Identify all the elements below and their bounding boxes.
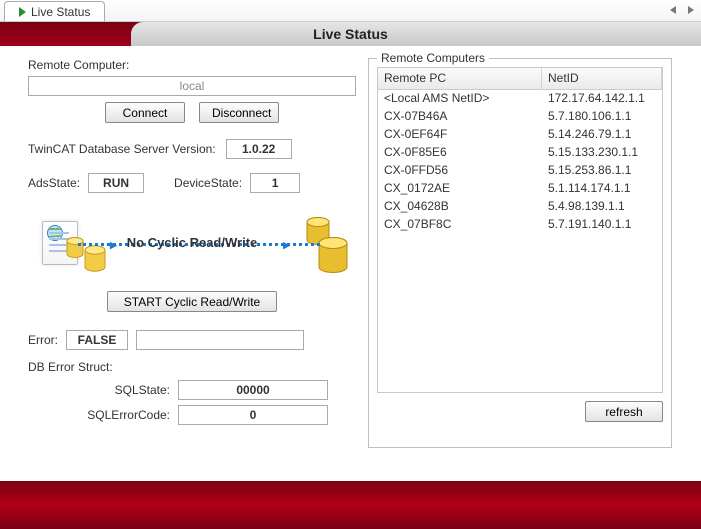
- cell-netid: 5.14.246.79.1.1: [544, 126, 660, 144]
- connect-button[interactable]: Connect: [105, 102, 185, 123]
- device-state-label: DeviceState:: [174, 176, 242, 190]
- table-header: Remote PC NetID: [378, 68, 662, 90]
- cell-remote-pc: CX_0172AE: [380, 180, 544, 198]
- table-row[interactable]: <Local AMS NetID>172.17.64.142.1.1: [378, 90, 662, 108]
- remote-computer-label: Remote Computer:: [28, 58, 356, 72]
- remote-computers-legend: Remote Computers: [377, 51, 489, 65]
- tab-scroll-left[interactable]: [669, 3, 679, 17]
- db-error-struct-label: DB Error Struct:: [28, 360, 356, 374]
- cell-remote-pc: CX-0FFD56: [380, 162, 544, 180]
- tab-bar: Live Status: [0, 0, 701, 22]
- cyclic-illustration: ▶ ▶ No Cyclic Read/Write: [28, 207, 356, 285]
- table-row[interactable]: CX-07B46A5.7.180.106.1.1: [378, 108, 662, 126]
- cell-netid: 5.7.191.140.1.1: [544, 216, 660, 234]
- cyclic-caption: No Cyclic Read/Write: [28, 235, 356, 250]
- error-value: FALSE: [66, 330, 128, 350]
- table-row[interactable]: CX-0F85E65.15.133.230.1.1: [378, 144, 662, 162]
- remote-computer-field[interactable]: local: [28, 76, 356, 96]
- cell-remote-pc: CX-0F85E6: [380, 144, 544, 162]
- cell-remote-pc: CX-0EF64F: [380, 126, 544, 144]
- column-remote-pc[interactable]: Remote PC: [378, 68, 542, 89]
- tab-live-status[interactable]: Live Status: [4, 1, 105, 21]
- cell-remote-pc: CX_07BF8C: [380, 216, 544, 234]
- cell-netid: 172.17.64.142.1.1: [544, 90, 660, 108]
- page-title: Live Status: [313, 26, 388, 42]
- cell-netid: 5.7.180.106.1.1: [544, 108, 660, 126]
- tab-label: Live Status: [31, 5, 90, 19]
- sqlerrorcode-value: 0: [178, 405, 328, 425]
- start-cyclic-button[interactable]: START Cyclic Read/Write: [107, 291, 277, 312]
- cell-remote-pc: <Local AMS NetID>: [380, 90, 544, 108]
- page-background: Live Status Remote Computer: local Conne…: [0, 22, 701, 529]
- cell-remote-pc: CX_04628B: [380, 198, 544, 216]
- disconnect-button[interactable]: Disconnect: [199, 102, 279, 123]
- page-titlebar: Live Status: [0, 22, 701, 46]
- cell-remote-pc: CX-07B46A: [380, 108, 544, 126]
- cell-netid: 5.1.114.174.1.1: [544, 180, 660, 198]
- table-row[interactable]: CX_04628B5.4.98.139.1.1: [378, 198, 662, 216]
- remote-computers-table[interactable]: Remote PC NetID <Local AMS NetID>172.17.…: [377, 67, 663, 393]
- refresh-button[interactable]: refresh: [585, 401, 663, 422]
- cell-netid: 5.15.253.86.1.1: [544, 162, 660, 180]
- error-message: [136, 330, 304, 350]
- table-row[interactable]: CX_0172AE5.1.114.174.1.1: [378, 180, 662, 198]
- tab-scroll-right[interactable]: [685, 3, 695, 17]
- column-netid[interactable]: NetID: [542, 68, 662, 89]
- ads-state-value: RUN: [88, 173, 144, 193]
- table-row[interactable]: CX-0EF64F5.14.246.79.1.1: [378, 126, 662, 144]
- server-version-value: 1.0.22: [226, 139, 292, 159]
- cell-netid: 5.15.133.230.1.1: [544, 144, 660, 162]
- error-label: Error:: [28, 333, 58, 347]
- table-row[interactable]: CX-0FFD565.15.253.86.1.1: [378, 162, 662, 180]
- remote-computers-group: Remote Computers Remote PC NetID <Local …: [368, 58, 672, 448]
- sqlstate-value: 00000: [178, 380, 328, 400]
- play-icon: [19, 7, 26, 17]
- sqlerrorcode-label: SQLErrorCode:: [28, 408, 170, 422]
- cell-netid: 5.4.98.139.1.1: [544, 198, 660, 216]
- server-version-label: TwinCAT Database Server Version:: [28, 142, 216, 156]
- table-row[interactable]: CX_07BF8C5.7.191.140.1.1: [378, 216, 662, 234]
- device-state-value: 1: [250, 173, 300, 193]
- sqlstate-label: SQLState:: [28, 383, 170, 397]
- ads-state-label: AdsState:: [28, 176, 80, 190]
